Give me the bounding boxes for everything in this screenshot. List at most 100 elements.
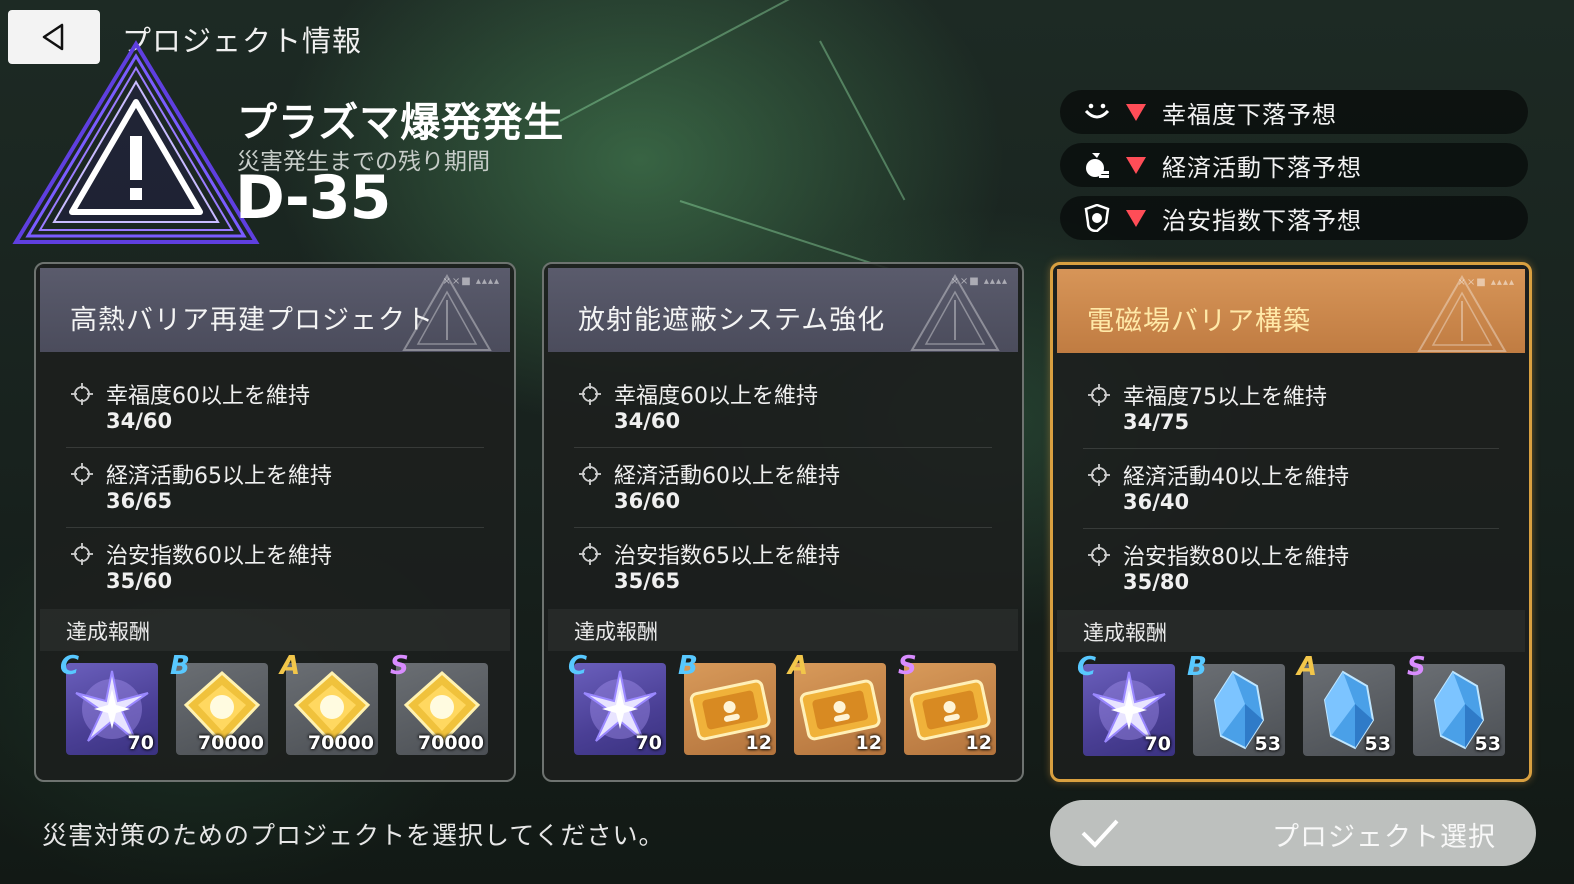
check-icon (1081, 819, 1119, 848)
crosshair-icon (70, 542, 94, 566)
card-header: ××■ ▴▴▴▴ 電磁場バリア構築 (1057, 269, 1525, 353)
reward-quantity: 12 (965, 732, 992, 754)
grade-badge: B (170, 651, 190, 681)
condition-label: 幸福度60以上を維持 (106, 384, 310, 409)
reward-heading: 達成報酬 (66, 620, 150, 644)
background-lightning (819, 40, 906, 201)
forecast-text: 経済活動下落予想 (1162, 153, 1362, 182)
down-arrow-icon (1126, 209, 1146, 227)
reward-quantity: 53 (1364, 733, 1391, 755)
reward-quantity: 70000 (307, 732, 374, 754)
reward-quantity: 70000 (417, 732, 484, 754)
condition-progress: 34/60 (614, 409, 681, 433)
reward-quantity: 53 (1474, 733, 1501, 755)
condition-progress: 36/60 (614, 489, 681, 513)
project-card[interactable]: ××■ ▴▴▴▴ 放射能遮蔽システム強化 幸福度60以上を維持 34/60 経済… (542, 262, 1024, 782)
condition-progress: 34/60 (106, 409, 173, 433)
reward-item[interactable]: B 12 (678, 651, 776, 755)
condition-label: 幸福度75以上を維持 (1123, 385, 1327, 410)
reward-item[interactable]: A 70000 (280, 651, 378, 755)
reward-item[interactable]: C 70 (568, 651, 666, 755)
condition-row: 経済活動60以上を維持 36/60 (574, 448, 992, 528)
condition-row: 幸福度60以上を維持 34/60 (66, 368, 484, 448)
reward-quantity: 12 (855, 732, 882, 754)
countdown: D-35 (235, 163, 391, 233)
grade-badge: B (1187, 652, 1207, 682)
card-title: 電磁場バリア構築 (1087, 306, 1311, 337)
condition-row: 幸福度75以上を維持 34/75 (1083, 369, 1499, 449)
grade-badge: C (60, 651, 80, 681)
condition-label: 治安指数80以上を維持 (1123, 545, 1349, 570)
reward-item[interactable]: C 70 (60, 651, 158, 755)
instruction-text: 災害対策のためのプロジェクトを選択してください。 (42, 821, 665, 850)
header-deco-text: ××■ ▴▴▴▴ (950, 276, 1008, 287)
condition-progress: 35/80 (1123, 570, 1190, 594)
crosshair-icon (1087, 383, 1111, 407)
reward-item[interactable]: A 12 (788, 651, 886, 755)
reward-quantity: 70 (1144, 733, 1171, 755)
reward-item[interactable]: S 12 (898, 651, 996, 755)
crosshair-icon (578, 382, 602, 406)
disaster-name: プラズマ爆発発生 (237, 100, 565, 146)
grade-badge: S (1407, 652, 1426, 682)
crosshair-icon (578, 542, 602, 566)
grade-badge: S (898, 651, 917, 681)
condition-row: 治安指数60以上を維持 35/60 (66, 528, 484, 608)
grade-badge: S (390, 651, 409, 681)
crosshair-icon (1087, 463, 1111, 487)
crosshair-icon (70, 382, 94, 406)
forecast-text: 治安指数下落予想 (1162, 206, 1362, 235)
condition-progress: 36/40 (1123, 490, 1190, 514)
select-project-button[interactable]: プロジェクト選択 (1050, 800, 1536, 866)
condition-label: 経済活動40以上を維持 (1123, 465, 1349, 490)
forecast-happiness: 幸福度下落予想 (1060, 90, 1528, 134)
grade-badge: A (280, 651, 301, 681)
grade-badge: C (568, 651, 588, 681)
reward-item[interactable]: A 53 (1297, 652, 1395, 756)
condition-label: 治安指数60以上を維持 (106, 544, 332, 569)
condition-progress: 35/60 (106, 569, 173, 593)
grade-badge: A (788, 651, 809, 681)
header-deco-text: ××■ ▴▴▴▴ (442, 276, 500, 287)
condition-label: 経済活動65以上を維持 (106, 464, 332, 489)
reward-item[interactable]: S 53 (1407, 652, 1505, 756)
reward-item[interactable]: C 70 (1077, 652, 1175, 756)
select-project-label: プロジェクト選択 (1272, 822, 1496, 853)
reward-item[interactable]: B 53 (1187, 652, 1285, 756)
condition-row: 治安指数80以上を維持 35/80 (1083, 529, 1499, 609)
project-card[interactable]: ××■ ▴▴▴▴ 高熱バリア再建プロジェクト 幸福度60以上を維持 34/60 … (34, 262, 516, 782)
condition-progress: 35/65 (614, 569, 681, 593)
reward-heading: 達成報酬 (574, 620, 658, 644)
reward-heading: 達成報酬 (1083, 621, 1167, 645)
reward-quantity: 70000 (197, 732, 264, 754)
card-title: 放射能遮蔽システム強化 (578, 305, 886, 336)
forecast-security: 治安指数下落予想 (1060, 196, 1528, 240)
project-card[interactable]: ××■ ▴▴▴▴ 電磁場バリア構築 幸福度75以上を維持 34/75 経済活動4… (1050, 262, 1532, 782)
forecast-economy: 経済活動下落予想 (1060, 143, 1528, 187)
card-header: ××■ ▴▴▴▴ 放射能遮蔽システム強化 (548, 268, 1018, 352)
money-bag-icon (1082, 150, 1112, 180)
condition-progress: 36/65 (106, 489, 173, 513)
warning-triangle-icon (12, 40, 260, 244)
background-lightning (679, 200, 890, 270)
reward-item[interactable]: B 70000 (170, 651, 268, 755)
reward-quantity: 12 (745, 732, 772, 754)
police-badge-icon (1082, 203, 1112, 233)
reward-quantity: 53 (1254, 733, 1281, 755)
condition-row: 経済活動65以上を維持 36/65 (66, 448, 484, 528)
down-arrow-icon (1126, 156, 1146, 174)
reward-quantity: 70 (127, 732, 154, 754)
condition-row: 幸福度60以上を維持 34/60 (574, 368, 992, 448)
reward-item[interactable]: S 70000 (390, 651, 488, 755)
crosshair-icon (70, 462, 94, 486)
condition-row: 経済活動40以上を維持 36/40 (1083, 449, 1499, 529)
card-header: ××■ ▴▴▴▴ 高熱バリア再建プロジェクト (40, 268, 510, 352)
crosshair-icon (1087, 543, 1111, 567)
card-title: 高熱バリア再建プロジェクト (70, 305, 434, 336)
condition-progress: 34/75 (1123, 410, 1190, 434)
condition-label: 経済活動60以上を維持 (614, 464, 840, 489)
down-arrow-icon (1126, 103, 1146, 121)
condition-row: 治安指数65以上を維持 35/65 (574, 528, 992, 608)
grade-badge: B (678, 651, 698, 681)
header-deco-text: ××■ ▴▴▴▴ (1457, 277, 1515, 288)
